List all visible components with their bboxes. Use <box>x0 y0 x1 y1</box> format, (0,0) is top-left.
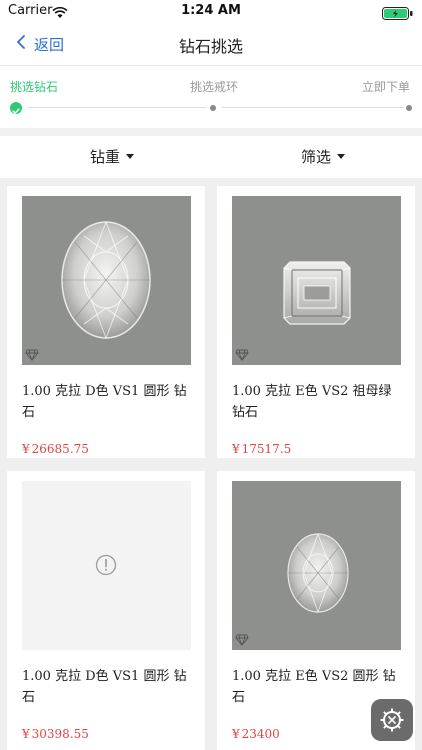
price-value: 23400 <box>241 727 280 741</box>
caret-down-icon <box>337 154 346 159</box>
price-value: 30398.55 <box>31 727 89 741</box>
section-divider <box>0 128 422 136</box>
alert-circle-icon <box>95 554 117 576</box>
step-dot <box>210 105 216 111</box>
step-select-ring: 挑选戒环 <box>190 80 239 94</box>
filter-button[interactable]: 筛选 <box>301 146 346 167</box>
product-card[interactable]: 1.00 克拉 E色 VS2 祖母绿钻石 ¥17517.5 <box>217 186 415 458</box>
product-name: 1.00 克拉 D色 VS1 圆形 钻石 <box>22 669 187 705</box>
product-grid: 1.00 克拉 D色 VS1 圆形 钻石 ¥26685.75 1.00 克拉 E… <box>0 178 422 750</box>
product-price: ¥26685.75 <box>22 442 89 456</box>
check-circle-icon <box>10 102 22 114</box>
step-connector <box>28 107 206 108</box>
weight-sort-button[interactable]: 钻重 <box>90 146 135 167</box>
page-title: 钻石挑选 <box>178 37 243 56</box>
product-image <box>22 196 191 365</box>
currency-symbol: ¥ <box>232 727 240 741</box>
diamond-logo-icon <box>235 634 249 646</box>
product-name: 1.00 克拉 E色 VS2 祖母绿钻石 <box>232 384 392 420</box>
product-image-placeholder <box>22 481 191 650</box>
product-image <box>232 481 401 650</box>
product-card[interactable]: 1.00 克拉 D色 VS1 圆形 钻石 ¥30398.55 <box>7 471 205 750</box>
product-price: ¥30398.55 <box>22 727 89 741</box>
progress-steps: 挑选钻石 挑选戒环 立即下单 <box>0 67 422 128</box>
currency-symbol: ¥ <box>232 442 240 456</box>
gear-icon <box>380 708 404 732</box>
filter-label: 筛选 <box>301 148 332 166</box>
currency-symbol: ¥ <box>22 442 30 456</box>
product-image <box>232 196 401 365</box>
weight-sort-label: 钻重 <box>90 148 121 166</box>
currency-symbol: ¥ <box>22 727 30 741</box>
step-select-diamond: 挑选钻石 <box>10 80 59 94</box>
product-price: ¥23400 <box>232 727 280 741</box>
filter-bar: 钻重 筛选 <box>0 136 422 178</box>
product-card[interactable]: 1.00 克拉 D色 VS1 圆形 钻石 ¥26685.75 <box>7 186 205 458</box>
price-value: 17517.5 <box>241 442 292 456</box>
step-place-order: 立即下单 <box>362 80 411 94</box>
price-value: 26685.75 <box>31 442 89 456</box>
navigation-bar: 返回 钻石挑选 <box>0 22 422 66</box>
diamond-logo-icon <box>25 349 39 361</box>
settings-button[interactable] <box>371 699 413 741</box>
step-connector <box>222 107 404 108</box>
battery-icon <box>382 5 414 20</box>
product-price: ¥17517.5 <box>232 442 291 456</box>
diamond-logo-icon <box>235 349 249 361</box>
status-bar: Carrier 1:24 AM <box>0 0 422 22</box>
caret-down-icon <box>126 154 135 159</box>
product-name: 1.00 克拉 D色 VS1 圆形 钻石 <box>22 384 187 420</box>
step-dot <box>406 105 412 111</box>
status-time: 1:24 AM <box>181 3 241 18</box>
